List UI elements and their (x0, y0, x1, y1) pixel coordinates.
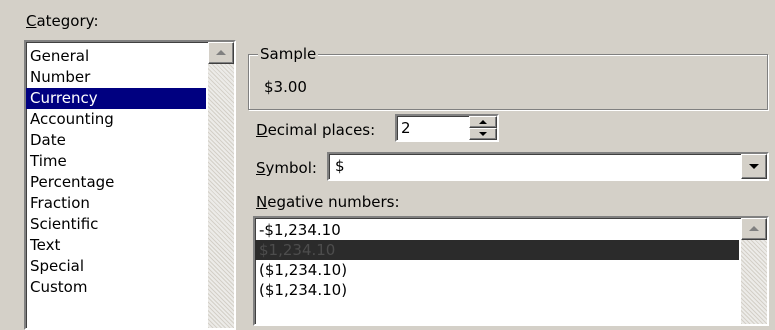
negative-numbers-scroll-up-button[interactable] (741, 218, 767, 240)
sample-title: Sample (258, 45, 319, 63)
symbol-label: Symbol: (256, 159, 317, 177)
negative-numbers-listbox[interactable]: -$1,234.10 $1,234.10 ($1,234.10) ($1,234.10… (253, 216, 769, 326)
category-scrollbar[interactable] (208, 42, 234, 328)
category-item-number[interactable]: Number (26, 67, 206, 88)
category-item-fraction[interactable]: Fraction (26, 193, 206, 214)
dropdown-arrow-icon (749, 164, 759, 169)
spin-down-arrow-icon (479, 132, 487, 136)
category-item-text[interactable]: Text (26, 235, 206, 256)
category-item-currency[interactable]: Currency (26, 88, 206, 109)
scroll-up-arrow-icon (216, 50, 226, 55)
negative-numbers-scrollbar[interactable] (741, 218, 767, 324)
decimal-places-up-button[interactable] (469, 116, 497, 128)
negative-numbers-list: -$1,234.10 $1,234.10 ($1,234.10) ($1,234.10… (255, 220, 739, 300)
sample-groupbox (248, 54, 768, 110)
category-label: Category: (26, 12, 99, 30)
negative-numbers-label: Negative numbers: (256, 193, 400, 211)
category-item-time[interactable]: Time (26, 151, 206, 172)
category-list: General Number Currency Accounting Date Time P… (26, 46, 206, 298)
category-listbox[interactable]: General Number Currency Accounting Date Time P… (24, 40, 236, 330)
decimal-places-value[interactable]: 2 (401, 119, 411, 137)
negative-format-option[interactable]: -$1,234.10 (255, 220, 739, 240)
symbol-dropdown-button[interactable] (741, 154, 767, 179)
sample-value: $3.00 (264, 78, 307, 96)
symbol-dropdown[interactable]: $ (327, 152, 769, 181)
category-item-custom[interactable]: Custom (26, 277, 206, 298)
category-item-accounting[interactable]: Accounting (26, 109, 206, 130)
symbol-value[interactable]: $ (335, 157, 345, 175)
category-item-general[interactable]: General (26, 46, 206, 67)
negative-format-option[interactable]: ($1,234.10) (255, 260, 739, 280)
decimal-places-down-button[interactable] (469, 128, 497, 140)
scroll-up-arrow-icon (749, 226, 759, 231)
negative-format-option[interactable]: $1,234.10 (255, 240, 739, 260)
decimal-places-label: Decimal places: (256, 121, 376, 139)
decimal-places-spinner[interactable]: 2 (395, 114, 499, 142)
category-item-percentage[interactable]: Percentage (26, 172, 206, 193)
category-scroll-up-button[interactable] (208, 42, 234, 64)
category-item-special[interactable]: Special (26, 256, 206, 277)
negative-format-option[interactable]: ($1,234.10) (255, 280, 739, 300)
spin-up-arrow-icon (479, 120, 487, 124)
category-item-scientific[interactable]: Scientific (26, 214, 206, 235)
category-item-date[interactable]: Date (26, 130, 206, 151)
